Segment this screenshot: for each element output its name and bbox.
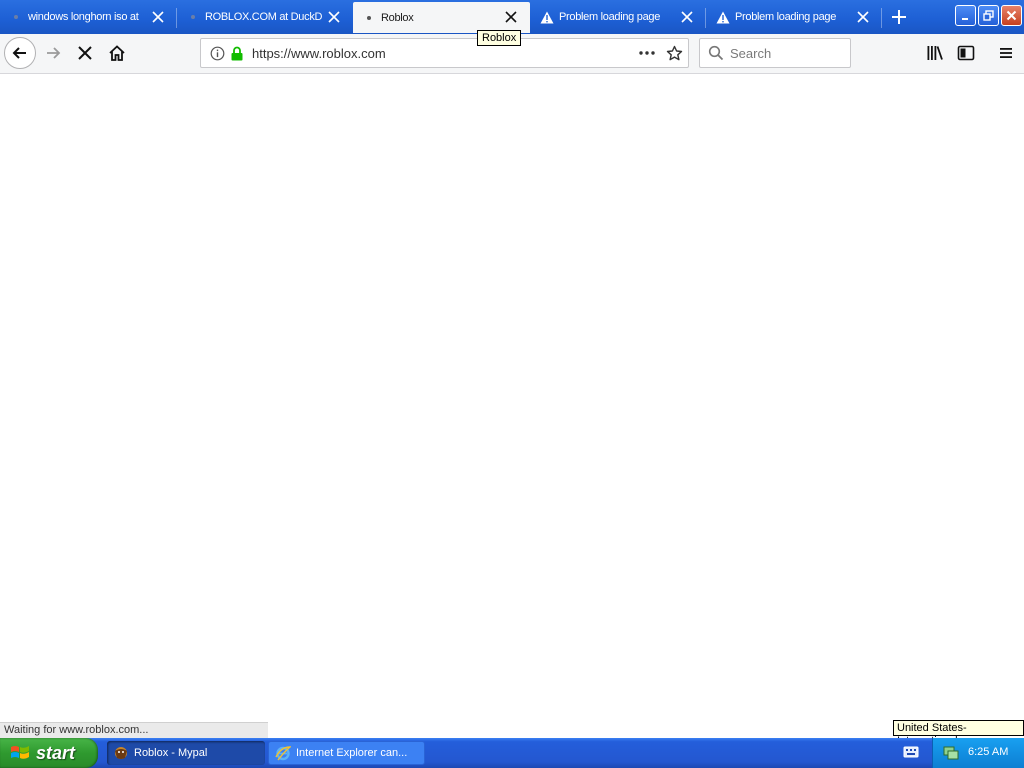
close-tab-icon[interactable] bbox=[856, 10, 870, 24]
tab-favicon bbox=[185, 15, 201, 19]
address-bar[interactable]: https://www.roblox.com bbox=[200, 38, 689, 68]
tab-roblox[interactable]: Roblox bbox=[353, 2, 530, 33]
url-text[interactable]: https://www.roblox.com bbox=[252, 46, 386, 61]
sidebar-toggle-button[interactable] bbox=[955, 42, 977, 64]
new-tab-icon[interactable] bbox=[889, 7, 909, 27]
home-button[interactable] bbox=[106, 42, 128, 64]
secure-lock-icon[interactable] bbox=[230, 46, 244, 61]
forward-button[interactable] bbox=[42, 42, 64, 64]
close-tab-icon[interactable] bbox=[151, 10, 165, 24]
minimize-button[interactable] bbox=[955, 5, 976, 26]
tab-problem-loading-2[interactable]: Problem loading page bbox=[706, 2, 882, 32]
tab-tooltip: Roblox bbox=[477, 30, 522, 46]
start-label: start bbox=[36, 742, 76, 763]
tab-problem-loading-1[interactable]: Problem loading page bbox=[530, 2, 706, 32]
hamburger-menu-icon bbox=[1000, 48, 1012, 58]
hamburger-menu-button[interactable] bbox=[995, 42, 1017, 64]
search-icon bbox=[708, 45, 724, 61]
restore-icon bbox=[983, 10, 994, 21]
page-content[interactable] bbox=[0, 74, 1024, 738]
task-label: Roblox - Mypal bbox=[134, 747, 208, 759]
forward-arrow-icon bbox=[47, 47, 61, 59]
tab-title: Problem loading page bbox=[559, 11, 661, 23]
back-arrow-icon bbox=[12, 47, 26, 59]
tab-title: windows longhorn iso at bbox=[28, 11, 139, 23]
ie-icon bbox=[275, 745, 291, 761]
tab-favicon bbox=[361, 15, 377, 20]
mypal-icon bbox=[113, 745, 129, 761]
close-tab-icon[interactable] bbox=[504, 10, 518, 24]
stop-loading-button[interactable] bbox=[74, 42, 96, 64]
tab-windows-longhorn[interactable]: windows longhorn iso at bbox=[0, 2, 177, 32]
minimize-icon bbox=[961, 17, 968, 20]
library-icon bbox=[927, 46, 943, 60]
status-text: Waiting for www.roblox.com... bbox=[0, 722, 268, 738]
tab-roblox-duckduckgo[interactable]: ROBLOX.COM at DuckD bbox=[177, 2, 353, 32]
search-bar[interactable] bbox=[699, 38, 851, 68]
tab-title: Problem loading page bbox=[735, 11, 837, 23]
taskbar: start Roblox - Mypal Internet Explorer c… bbox=[0, 738, 1024, 768]
library-button[interactable] bbox=[924, 42, 946, 64]
tab-title: Roblox bbox=[381, 11, 414, 24]
home-icon bbox=[109, 45, 125, 61]
close-tab-icon[interactable] bbox=[680, 10, 694, 24]
tab-title: ROBLOX.COM at DuckD bbox=[205, 11, 323, 23]
clock[interactable]: 6:25 AM bbox=[968, 746, 1008, 758]
network-icon[interactable] bbox=[942, 745, 960, 761]
bookmark-star-icon[interactable] bbox=[666, 45, 683, 62]
tab-strip: windows longhorn iso at ROBLOX.COM at Du… bbox=[0, 0, 1024, 34]
taskbar-item-roblox-mypal[interactable]: Roblox - Mypal bbox=[107, 741, 265, 765]
language-tooltip: United States-International bbox=[893, 720, 1024, 747]
start-button[interactable]: start bbox=[0, 738, 98, 768]
warning-icon bbox=[539, 11, 555, 24]
taskbar-item-internet-explorer[interactable]: Internet Explorer can... bbox=[268, 741, 425, 765]
task-label: Internet Explorer can... bbox=[296, 747, 408, 759]
tab-favicon bbox=[8, 15, 24, 19]
info-icon[interactable] bbox=[210, 46, 225, 61]
stop-icon bbox=[78, 46, 92, 60]
windows-logo-icon bbox=[11, 746, 29, 759]
search-input[interactable] bbox=[730, 45, 845, 61]
warning-icon bbox=[715, 11, 731, 24]
sidebar-icon bbox=[957, 45, 975, 61]
system-tray: 6:25 AM bbox=[932, 738, 1024, 768]
back-button[interactable] bbox=[4, 37, 36, 69]
keyboard-layout-icon[interactable] bbox=[903, 745, 919, 759]
close-icon bbox=[1006, 10, 1017, 21]
page-actions-icon[interactable] bbox=[638, 45, 656, 61]
close-window-button[interactable] bbox=[1001, 5, 1022, 26]
restore-button[interactable] bbox=[978, 5, 999, 26]
close-tab-icon[interactable] bbox=[327, 10, 341, 24]
